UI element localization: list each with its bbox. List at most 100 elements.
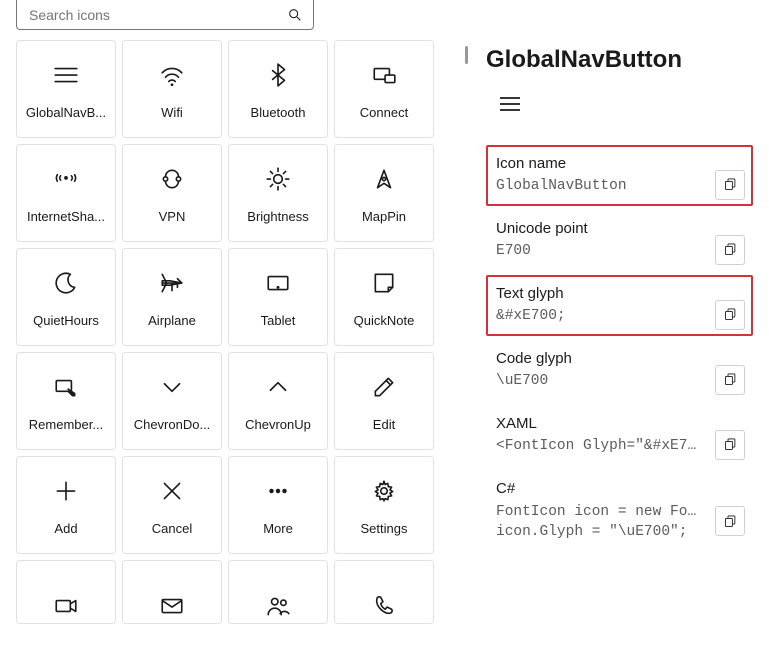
field-label: C# bbox=[496, 480, 743, 497]
copy-button[interactable] bbox=[715, 365, 745, 395]
settings-icon bbox=[339, 475, 429, 507]
details-panel: GlobalNavButton Icon name GlobalNavButton… bbox=[482, 40, 757, 646]
tile-label: More bbox=[233, 521, 323, 537]
tile-label: VPN bbox=[127, 209, 217, 225]
quick-note-icon bbox=[339, 267, 429, 299]
field-textGlyph: Text glyph &#xE700; bbox=[486, 275, 753, 336]
quiet-hours-icon bbox=[21, 267, 111, 299]
tile-label: Airplane bbox=[127, 313, 217, 329]
tile-label: MapPin bbox=[339, 209, 429, 225]
tile-tablet[interactable]: Tablet bbox=[228, 248, 328, 346]
tile-vpn[interactable]: VPN bbox=[122, 144, 222, 242]
tile-label: Remember... bbox=[21, 417, 111, 433]
tile-label: Brightness bbox=[233, 209, 323, 225]
brightness-icon bbox=[233, 163, 323, 195]
connect-icon bbox=[339, 59, 429, 91]
wifi-icon bbox=[127, 59, 217, 91]
tile-label: InternetSha... bbox=[21, 209, 111, 225]
tile-connect[interactable]: Connect bbox=[334, 40, 434, 138]
field-value: \uE700 bbox=[496, 373, 743, 389]
more-icon bbox=[233, 475, 323, 507]
chevron-up-icon bbox=[233, 371, 323, 403]
tablet-icon bbox=[233, 267, 323, 299]
field-xaml: XAML <FontIcon Glyph="&#xE700… bbox=[486, 405, 753, 466]
copy-button[interactable] bbox=[715, 300, 745, 330]
tile-bluetooth[interactable]: Bluetooth bbox=[228, 40, 328, 138]
tile-internet-sharing[interactable]: InternetSha... bbox=[16, 144, 116, 242]
tile-label: GlobalNavB... bbox=[21, 105, 111, 121]
field-iconName: Icon name GlobalNavButton bbox=[486, 145, 753, 206]
tile-video[interactable]: Video bbox=[16, 560, 116, 624]
mail-icon bbox=[127, 593, 217, 619]
tile-label: Wifi bbox=[127, 105, 217, 121]
cancel-icon bbox=[127, 475, 217, 507]
bluetooth-icon bbox=[233, 59, 323, 91]
tile-cancel[interactable]: Cancel bbox=[122, 456, 222, 554]
video-icon bbox=[21, 593, 111, 619]
tile-label: Tablet bbox=[233, 313, 323, 329]
field-value: FontIcon icon = new Font… icon.Glyph = "… bbox=[496, 503, 743, 542]
tile-chevron-up[interactable]: ChevronUp bbox=[228, 352, 328, 450]
resize-handle[interactable] bbox=[464, 40, 468, 646]
field-value: <FontIcon Glyph="&#xE700… bbox=[496, 438, 743, 454]
tile-remember[interactable]: Remember... bbox=[16, 352, 116, 450]
airplane-icon bbox=[127, 267, 217, 299]
field-unicode: Unicode point E700 bbox=[486, 210, 753, 271]
tile-label: Cancel bbox=[127, 521, 217, 537]
tile-wifi[interactable]: Wifi bbox=[122, 40, 222, 138]
chevron-down-icon bbox=[127, 371, 217, 403]
icon-grid: GlobalNavB... Wifi Bluetooth Connect Interne… bbox=[16, 40, 450, 646]
tile-label: QuickNote bbox=[339, 313, 429, 329]
tile-phone[interactable]: Phone bbox=[334, 560, 434, 624]
tile-edit[interactable]: Edit bbox=[334, 352, 434, 450]
edit-icon bbox=[339, 371, 429, 403]
tile-mail[interactable]: Mail bbox=[122, 560, 222, 624]
field-label: Text glyph bbox=[496, 285, 743, 302]
tile-label: QuietHours bbox=[21, 313, 111, 329]
tile-quiet-hours[interactable]: QuietHours bbox=[16, 248, 116, 346]
field-label: Unicode point bbox=[496, 220, 743, 237]
tile-label: ChevronDo... bbox=[127, 417, 217, 433]
tile-map-pin[interactable]: MapPin bbox=[334, 144, 434, 242]
tile-people[interactable]: People bbox=[228, 560, 328, 624]
field-label: Code glyph bbox=[496, 350, 743, 367]
preview-global-nav-button-icon bbox=[490, 92, 753, 119]
tile-more[interactable]: More bbox=[228, 456, 328, 554]
map-pin-icon bbox=[339, 163, 429, 195]
field-codeGlyph: Code glyph \uE700 bbox=[486, 340, 753, 401]
field-value: GlobalNavButton bbox=[496, 178, 743, 194]
tile-settings[interactable]: Settings bbox=[334, 456, 434, 554]
add-icon bbox=[21, 475, 111, 507]
phone-icon bbox=[339, 593, 429, 619]
remember-icon bbox=[21, 371, 111, 403]
field-label: Icon name bbox=[496, 155, 743, 172]
tile-add[interactable]: Add bbox=[16, 456, 116, 554]
tile-chevron-down[interactable]: ChevronDo... bbox=[122, 352, 222, 450]
copy-button[interactable] bbox=[715, 235, 745, 265]
field-csharp: C# FontIcon icon = new Font… icon.Glyph =… bbox=[486, 470, 753, 554]
global-nav-button-icon bbox=[21, 59, 111, 91]
tile-brightness[interactable]: Brightness bbox=[228, 144, 328, 242]
tile-airplane[interactable]: Airplane bbox=[122, 248, 222, 346]
tile-quick-note[interactable]: QuickNote bbox=[334, 248, 434, 346]
tile-label: Settings bbox=[339, 521, 429, 537]
tile-label: ChevronUp bbox=[233, 417, 323, 433]
search-icon bbox=[287, 7, 303, 23]
search-box[interactable] bbox=[16, 0, 314, 30]
copy-button[interactable] bbox=[715, 506, 745, 536]
internet-sharing-icon bbox=[21, 163, 111, 195]
field-value: &#xE700; bbox=[496, 308, 743, 324]
field-value: E700 bbox=[496, 243, 743, 259]
copy-button[interactable] bbox=[715, 430, 745, 460]
vpn-icon bbox=[127, 163, 217, 195]
people-icon bbox=[233, 593, 323, 619]
copy-button[interactable] bbox=[715, 170, 745, 200]
search-input[interactable] bbox=[27, 6, 287, 24]
tile-label: Edit bbox=[339, 417, 429, 433]
tile-label: Connect bbox=[339, 105, 429, 121]
tile-label: Add bbox=[21, 521, 111, 537]
tile-label: Bluetooth bbox=[233, 105, 323, 121]
details-title: GlobalNavButton bbox=[486, 46, 753, 74]
tile-global-nav-button[interactable]: GlobalNavB... bbox=[16, 40, 116, 138]
field-label: XAML bbox=[496, 415, 743, 432]
